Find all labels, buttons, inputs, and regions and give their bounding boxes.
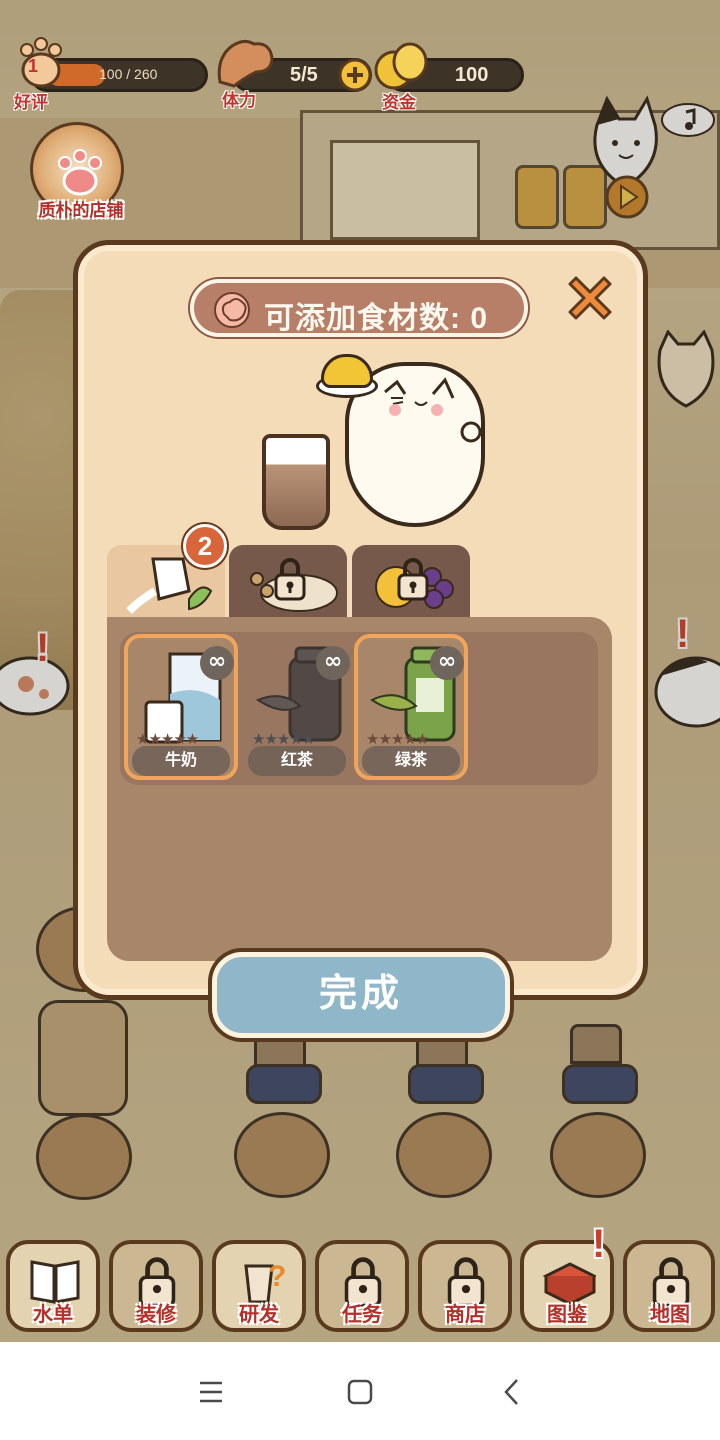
ingredient-name: 绿茶	[362, 746, 460, 776]
svg-text:?: ?	[268, 1260, 286, 1293]
nav-map-button[interactable]: 地图	[623, 1240, 715, 1332]
lock-icon	[274, 558, 306, 601]
catalog-alert-icon: !	[592, 1222, 606, 1266]
nav-label: 图鉴	[547, 1304, 587, 1326]
back-icon[interactable]	[492, 1372, 532, 1412]
recent-apps-icon[interactable]	[191, 1372, 231, 1412]
nav-label: 水单	[33, 1304, 73, 1326]
done-button[interactable]: 完成	[212, 952, 510, 1038]
ingredient-slots-label: 可添加食材数: 0	[264, 302, 489, 335]
brain-icon	[214, 292, 250, 328]
nav-decorate-button[interactable]: 装修	[109, 1240, 203, 1332]
tab-count-badge: 2	[183, 524, 227, 568]
ingredient-green-tea[interactable]: ∞ ★★★★★ 绿茶	[354, 634, 468, 780]
tab-toppings[interactable]	[229, 545, 347, 617]
paw-shop-icon	[58, 149, 102, 196]
nav-research-button[interactable]: ? 研发	[212, 1240, 306, 1332]
close-icon[interactable]	[560, 268, 620, 328]
nav-label: 任务	[342, 1304, 382, 1326]
nav-label: 装修	[136, 1304, 176, 1326]
milk-tea-cup-icon	[262, 434, 330, 530]
rating-value: 100 / 260	[99, 66, 158, 82]
ingredient-name: 红茶	[248, 746, 346, 776]
menu-book-icon	[30, 1260, 80, 1304]
research-cup-icon: ?	[244, 1260, 286, 1304]
add-stamina-button[interactable]	[338, 58, 372, 92]
muscle-arm-icon	[217, 39, 274, 88]
quantity-infinity-badge: ∞	[316, 646, 350, 680]
rating-label: 好评	[14, 93, 48, 112]
done-button-label: 完成	[318, 973, 403, 1015]
rating-level: 1	[28, 56, 39, 76]
paw-rating-icon	[20, 37, 62, 88]
ingredient-black-tea[interactable]: ∞ ★★★★★ 红茶	[240, 634, 354, 780]
funds-label: 资金	[382, 93, 416, 112]
home-icon[interactable]	[340, 1372, 380, 1412]
nav-menu-button[interactable]: 水单	[6, 1240, 100, 1332]
gold-coins-icon	[374, 42, 428, 90]
lock-icon	[397, 558, 429, 601]
stamina-label: 体力	[222, 91, 256, 110]
nav-store-button[interactable]: 商店	[418, 1240, 512, 1332]
catalog-icon	[542, 1262, 596, 1304]
ingredient-name: 牛奶	[132, 746, 230, 776]
nav-label: 地图	[650, 1304, 690, 1326]
quantity-infinity-badge: ∞	[200, 646, 234, 680]
shop-name: 质朴的店铺	[38, 201, 124, 220]
stamina-value: 5/5	[290, 64, 318, 86]
tab-fruits[interactable]	[352, 545, 470, 617]
funds-value: 100	[455, 64, 489, 86]
nav-tasks-button[interactable]: 任务	[315, 1240, 409, 1332]
quantity-infinity-badge: ∞	[430, 646, 464, 680]
ingredient-milk[interactable]: ∞ ★★★★★ 牛奶	[124, 634, 238, 780]
ingredient-slots-counter: 可添加食材数: 0	[190, 279, 528, 337]
nav-label: 研发	[239, 1304, 279, 1326]
nav-label: 商店	[445, 1304, 485, 1326]
